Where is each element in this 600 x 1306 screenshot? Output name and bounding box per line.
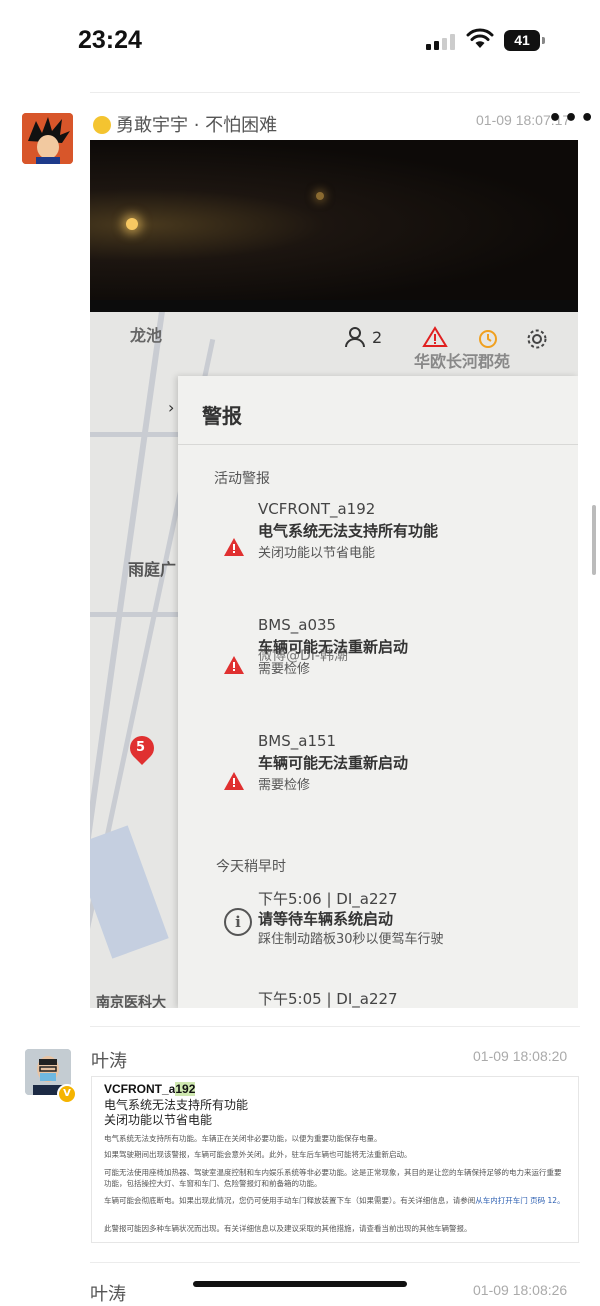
chick-emoji-icon (93, 116, 111, 134)
quote-code-prefix: VCFRONT_a (104, 1082, 176, 1096)
avatar[interactable] (22, 113, 73, 164)
post-author[interactable]: 勇敢宇宇 · 不怕困难 (93, 111, 277, 137)
quoted-alert-card[interactable]: VCFRONT_a192 电气系统无法支持所有功能 关闭功能以节省电能 电气系统… (91, 1076, 579, 1243)
quote-paragraph: 电气系统无法支持所有功能。车辆正在关闭非必要功能，以便为重要功能保存电量。 (104, 1134, 382, 1143)
quote-paragraph: 如果驾驶期间出现该警报，车辆可能会意外关闭。此外，驻车后车辆也可能将无法重新启动… (104, 1150, 412, 1159)
alert-detail: 踩住制动踏板30秒以便驾车行驶 (258, 932, 444, 947)
warning-icon (224, 656, 244, 674)
divider (178, 444, 578, 445)
author-name: 勇敢宇宇 · 不怕困难 (116, 115, 278, 136)
distant-light (316, 192, 324, 200)
settings-gear-icon (527, 329, 547, 349)
map-pin-label: 5 (136, 740, 146, 755)
divider (90, 1026, 580, 1027)
quote-paragraph: 可能无法使用座椅加热器、驾驶室温度控制和车内娱乐系统等非必要功能。这是正常现象，… (104, 1168, 562, 1188)
battery-tip (542, 37, 545, 44)
alarm-clock-icon (479, 330, 497, 348)
alert-code: BMS_a035 (258, 616, 337, 634)
cellular-signal-icon (426, 34, 456, 50)
verified-badge-icon: V (57, 1084, 77, 1104)
alert-triangle-icon (422, 326, 448, 347)
map-river (90, 825, 169, 959)
map-road (90, 432, 178, 437)
quote-code: VCFRONT_a192 (104, 1082, 196, 1096)
alert-code: VCFRONT_a192 (258, 500, 376, 518)
status-bar: 23:24 41 (0, 0, 600, 80)
info-icon: i (224, 908, 252, 936)
quote-paragraph: 车辆可能会彻底断电。如果出现此情况，您仍可使用手动车门释放装置下车（如果需要）。… (104, 1195, 566, 1206)
car-screen: 龙池 华欧长河郡苑 雨庭广 南京医科大 5 2 › 警报 活动警报 VCFRON… (90, 312, 578, 1008)
battery-icon: 41 (504, 30, 540, 51)
post-image[interactable]: 龙池 华欧长河郡苑 雨庭广 南京医科大 5 2 › 警报 活动警报 VCFRON… (90, 140, 578, 1008)
avatar-image (22, 113, 73, 164)
section-earlier-today: 今天稍早时 (216, 859, 286, 875)
warning-icon (224, 772, 244, 790)
post-author[interactable]: 叶涛 (91, 1047, 127, 1073)
map-label: 雨庭广 (128, 560, 177, 579)
street-light (126, 218, 138, 230)
alert-message: 车辆可能无法重新启动 (258, 754, 409, 772)
post-timestamp: 01-09 18:08:26 (473, 1282, 568, 1298)
divider (90, 92, 580, 93)
map-label: 华欧长河郡苑 (414, 352, 511, 371)
passenger-icon (345, 327, 365, 348)
quote-subtitle: 关闭功能以节省电能 (104, 1113, 213, 1127)
wifi-icon (466, 28, 494, 48)
map-label: 龙池 (130, 326, 163, 345)
alert-message: 电气系统无法支持所有功能 (258, 522, 439, 540)
divider (90, 1262, 580, 1263)
quote-code-highlight: 192 (175, 1082, 196, 1096)
watermark: 微博@DI-韩潮 (258, 648, 348, 664)
status-time: 23:24 (78, 26, 142, 54)
passenger-count: 2 (372, 328, 383, 347)
map-label: 南京医科大 (96, 995, 166, 1008)
alert-code: BMS_a151 (258, 732, 337, 750)
post-author[interactable]: 叶涛 (90, 1280, 126, 1306)
quote-link[interactable]: 从车内打开车门 (475, 1196, 528, 1205)
chevron-right-icon: › (168, 398, 175, 417)
map-road (90, 612, 178, 617)
panel-title: 警报 (202, 404, 242, 428)
alert-code: 下午5:05 | DI_a227 (258, 990, 398, 1008)
alerts-panel: 警报 活动警报 VCFRONT_a192 电气系统无法支持所有功能 关闭功能以节… (178, 376, 578, 1008)
more-options-icon[interactable]: ••• (548, 106, 596, 131)
alert-detail: 需要检修 (258, 778, 311, 793)
warning-icon (224, 538, 244, 556)
alert-code: 下午5:06 | DI_a227 (258, 890, 398, 908)
section-active-alerts: 活动警报 (214, 471, 270, 487)
post-timestamp: 01-09 18:08:20 (473, 1048, 568, 1064)
night-scene (90, 140, 578, 310)
scrollbar[interactable] (592, 505, 596, 575)
home-indicator[interactable] (193, 1281, 407, 1287)
quote-page-ref[interactable]: 页码 12。 (530, 1196, 564, 1205)
quote-paragraph: 此警报可能因多种车辆状况而出现。有关详细信息以及建议采取的其他措施，请查看当前出… (104, 1224, 472, 1233)
alert-message: 请等待车辆系统启动 (258, 910, 394, 928)
alert-detail: 关闭功能以节省电能 (258, 546, 376, 561)
quote-text: 车辆可能会彻底断电。如果出现此情况，您仍可使用手动车门释放装置下车（如果需要）。… (104, 1196, 476, 1205)
